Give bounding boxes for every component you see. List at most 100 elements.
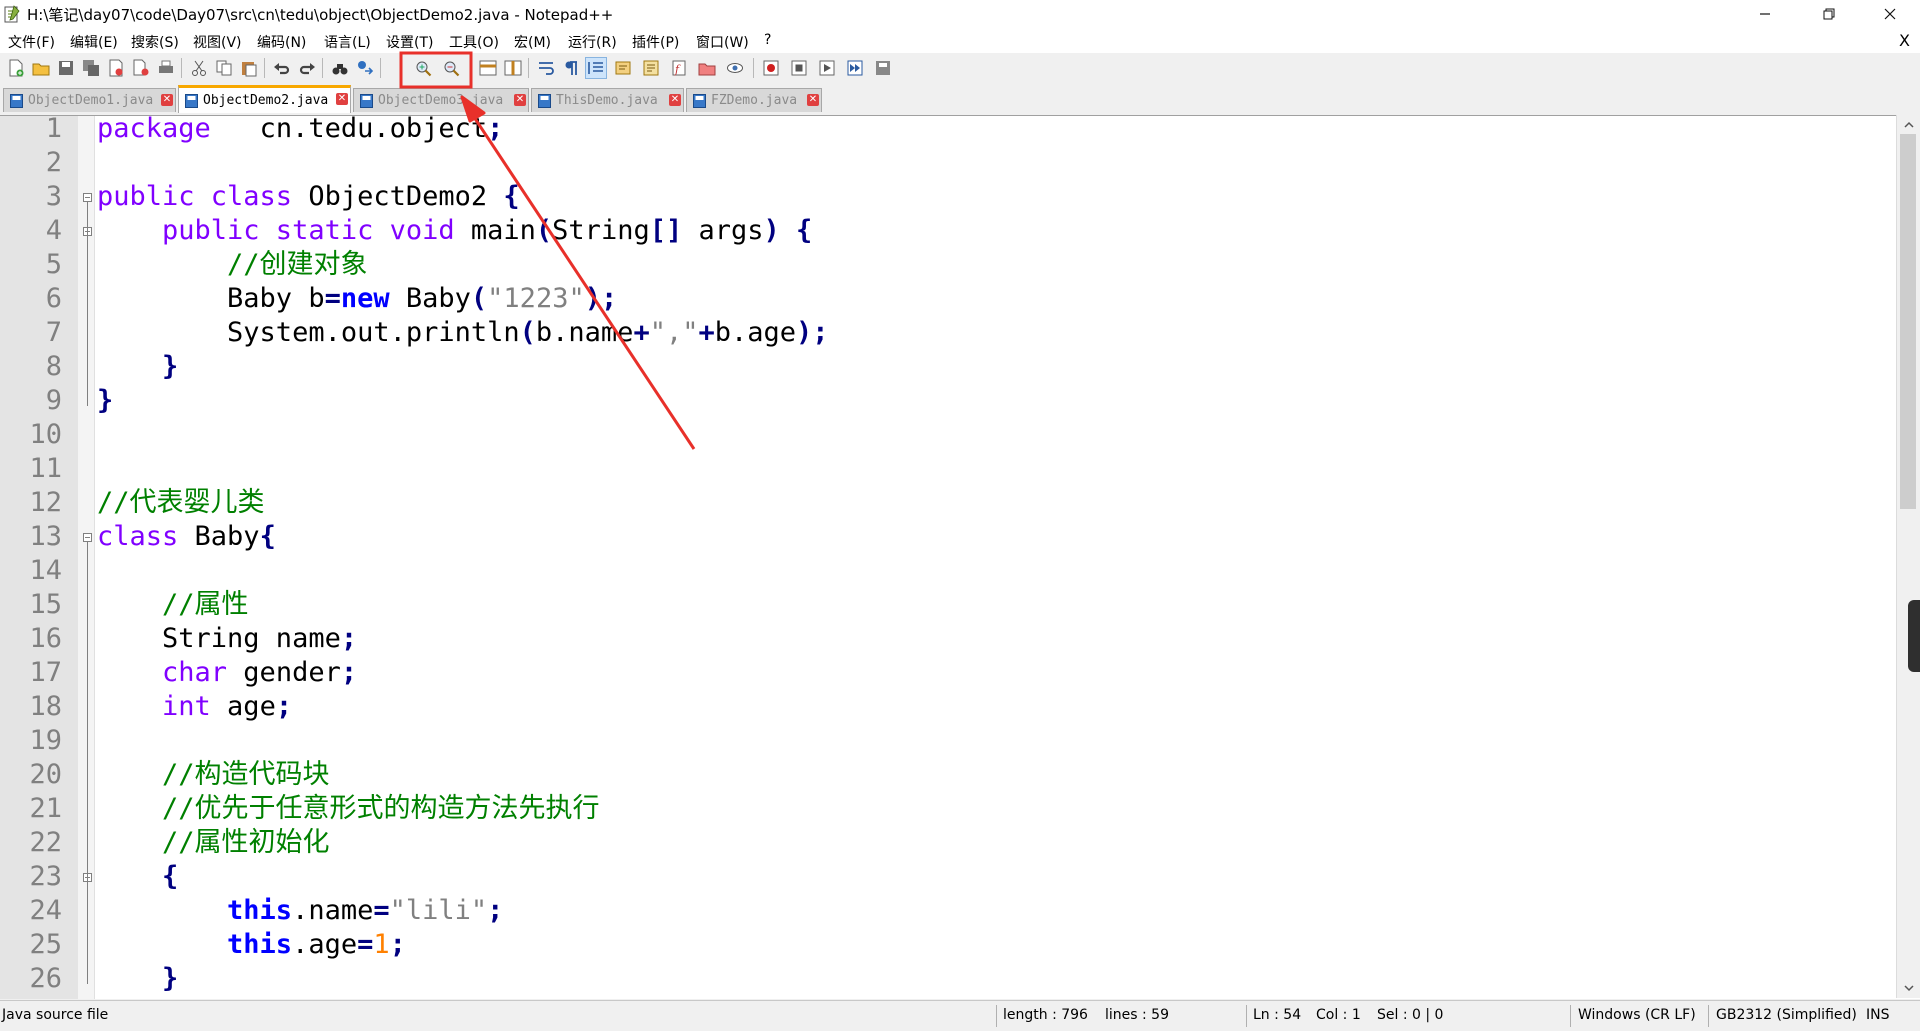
sync-horizontal-icon: [504, 60, 522, 76]
restore-button[interactable]: [1801, 0, 1857, 28]
print-button[interactable]: [155, 57, 177, 79]
tab-close-icon[interactable]: ✕: [161, 94, 173, 106]
run-macro-multiple-button[interactable]: [844, 57, 866, 79]
notepadpp-app-icon: [4, 5, 20, 23]
show-all-chars-button[interactable]: [560, 57, 582, 79]
line-number: 25: [29, 929, 62, 960]
fold-toggle-icon[interactable]: [83, 193, 92, 202]
tab-thisdemo[interactable]: ThisDemo.java ✕: [531, 88, 684, 112]
tab-close-icon[interactable]: ✕: [514, 94, 526, 106]
menu-search[interactable]: 搜索(S): [131, 32, 179, 52]
close-button[interactable]: [1862, 0, 1918, 28]
replace-button[interactable]: [354, 57, 376, 79]
menu-help[interactable]: ?: [764, 32, 771, 48]
code-token: );: [796, 317, 829, 348]
fold-toggle-icon[interactable]: [83, 533, 92, 542]
editor-area[interactable]: 1 2 3 4 5 6 7 8 9 10 11 12 13 14 15 16 17 18 19 20 21 22 23 24 2…: [0, 115, 1920, 999]
code-token: Baby: [178, 521, 260, 552]
copy-button[interactable]: [213, 57, 235, 79]
folder-as-workspace-button[interactable]: [696, 57, 718, 79]
code-token: String name: [97, 623, 341, 654]
undo-button[interactable]: [271, 57, 293, 79]
menu-view[interactable]: 视图(V): [193, 32, 242, 52]
scroll-down-arrow-icon[interactable]: [1904, 985, 1914, 992]
play-macro-button[interactable]: [816, 57, 838, 79]
side-panel-handle[interactable]: [1908, 600, 1920, 672]
monitoring-button[interactable]: [724, 57, 746, 79]
close-button-tb[interactable]: [105, 57, 127, 79]
menu-language[interactable]: 语言(L): [324, 32, 371, 52]
zoom-out-button[interactable]: [440, 57, 462, 79]
indent-guide-icon: [588, 62, 603, 74]
menu-settings[interactable]: 设置(T): [386, 32, 433, 52]
save-button[interactable]: [55, 57, 77, 79]
menu-file[interactable]: 文件(F): [8, 32, 55, 52]
code-token: ;: [340, 623, 358, 654]
code-token: class: [97, 521, 179, 552]
code-token: ObjectDemo2: [292, 181, 504, 212]
fast-forward-icon: [847, 60, 863, 76]
function-list-button[interactable]: f: [668, 57, 690, 79]
record-macro-button[interactable]: [760, 57, 782, 79]
save-all-button[interactable]: [80, 57, 102, 79]
file-saved-icon: [360, 93, 373, 108]
minimize-icon: [1760, 13, 1770, 15]
language-udl-button[interactable]: [612, 57, 634, 79]
document-map-button[interactable]: [640, 57, 662, 79]
open-folder-icon: [32, 63, 50, 76]
sync-vertical-button[interactable]: [477, 57, 499, 79]
scroll-up-arrow-icon[interactable]: [1904, 121, 1914, 128]
line-number: 12: [29, 487, 62, 518]
minimize-button[interactable]: [1737, 0, 1793, 28]
vertical-scrollbar[interactable]: [1896, 115, 1920, 998]
stop-record-button[interactable]: [788, 57, 810, 79]
line-number: 26: [29, 963, 62, 994]
code-token: main: [454, 215, 536, 246]
code-token: (: [535, 215, 553, 246]
menu-tools[interactable]: 工具(O): [449, 32, 499, 52]
menu-window[interactable]: 窗口(W): [696, 32, 749, 52]
fold-margin[interactable]: [78, 116, 95, 999]
code-token: {: [796, 215, 813, 246]
paste-button[interactable]: [238, 57, 260, 79]
menu-encoding[interactable]: 编码(N): [257, 32, 306, 52]
line-number: 16: [29, 623, 62, 654]
code-token: this: [97, 895, 293, 926]
toolbar: f: [0, 53, 1920, 83]
word-wrap-button[interactable]: [535, 57, 557, 79]
close-document-button[interactable]: X: [1899, 31, 1910, 50]
line-number: 11: [29, 453, 62, 484]
menu-macro[interactable]: 宏(M): [514, 32, 551, 52]
tab-close-icon[interactable]: ✕: [669, 94, 681, 106]
save-macro-button[interactable]: [872, 57, 894, 79]
tab-fzdemo[interactable]: FZDemo.java ✕: [686, 88, 822, 112]
eye-icon: [727, 63, 743, 73]
scrollbar-thumb[interactable]: [1900, 134, 1916, 509]
tab-objectdemo3[interactable]: ObjectDemo3.java ✕: [353, 88, 529, 112]
status-selection: Sel : 0 | 0: [1377, 1007, 1444, 1023]
close-all-button[interactable]: [130, 57, 152, 79]
code-token: //构造代码块: [97, 759, 330, 790]
indent-guide-button[interactable]: [585, 57, 607, 79]
code-token: System.out.println: [97, 317, 520, 348]
tab-close-icon[interactable]: ✕: [807, 94, 819, 106]
sync-horizontal-button[interactable]: [502, 57, 524, 79]
cut-button[interactable]: [188, 57, 210, 79]
menu-run[interactable]: 运行(R): [568, 32, 617, 52]
code-token: cn.tedu.object: [210, 115, 488, 144]
tab-objectdemo2[interactable]: ObjectDemo2.java ✕: [178, 85, 351, 113]
redo-button[interactable]: [296, 57, 318, 79]
tab-close-icon[interactable]: ✕: [336, 93, 348, 105]
line-number: 17: [29, 657, 62, 688]
tab-label: ObjectDemo3.java: [378, 93, 504, 108]
stop-icon: [791, 60, 807, 76]
find-button[interactable]: [329, 57, 351, 79]
new-file-button[interactable]: [5, 57, 27, 79]
line-number: 22: [29, 827, 62, 858]
open-file-button[interactable]: [30, 57, 52, 79]
zoom-in-button[interactable]: [412, 57, 434, 79]
menu-plugins[interactable]: 插件(P): [632, 32, 679, 52]
tab-objectdemo1[interactable]: ObjectDemo1.java ✕: [3, 88, 176, 112]
code-line: {: [97, 860, 178, 894]
menu-edit[interactable]: 编辑(E): [70, 32, 118, 52]
